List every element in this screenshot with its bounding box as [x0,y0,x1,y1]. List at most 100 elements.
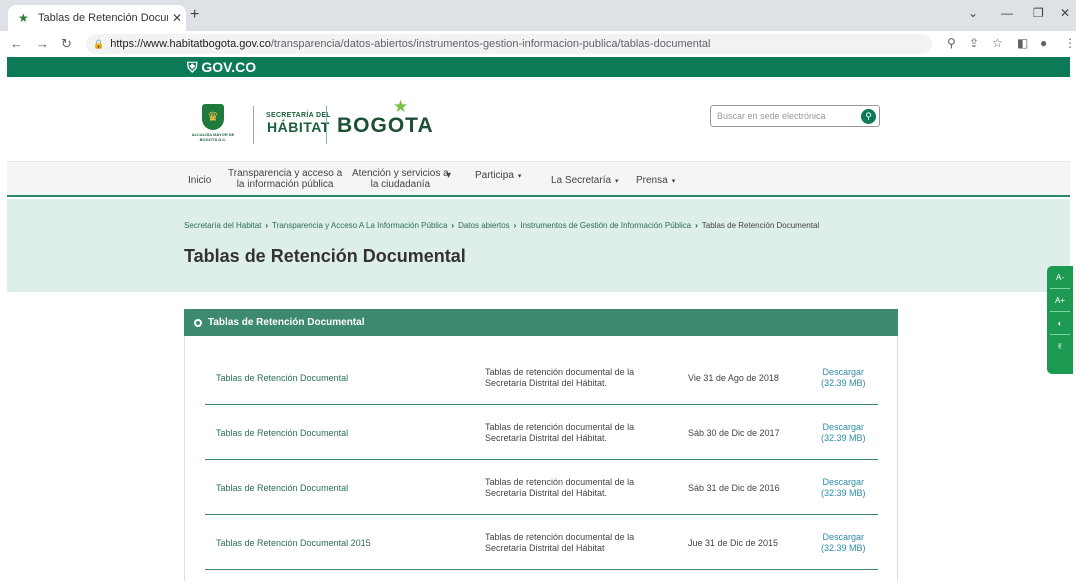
breadcrumb: Secretaría del Habitat › Transparencia y A… [184,221,819,230]
profile-icon[interactable]: ● [1040,36,1047,50]
download-link[interactable]: Descargar (32.39 MB) [821,351,866,405]
alcaldia-logo[interactable]: ♛ ALCALDÍA MAYOR DE BOGOTÁ D.C. [188,104,238,152]
document-date: Sáb 30 de Dic de 2017 [688,428,780,438]
menu-participa-label: Participa [475,170,514,181]
tab-title: Tablas de Retención Documental [38,12,168,24]
close-window-icon[interactable]: ✕ [1060,6,1070,20]
side-panel-icon[interactable]: ◧ [1017,36,1028,50]
main-menu [7,161,1070,197]
document-description: Tablas de retención documental de la Secr… [485,461,665,515]
description-line1: Tablas de retención documental de la [485,422,635,432]
menu-atencion-line2: la ciudadanía [370,179,431,190]
breadcrumb-item[interactable]: Secretaría del Habitat [184,221,261,230]
download-link[interactable]: Descargar (32.39 MB) [821,461,866,515]
chevron-down-icon: ▾ [615,178,619,185]
menu-inicio[interactable]: Inicio [188,175,211,186]
search-input[interactable]: Buscar en sede electrónica ⚲ [710,105,880,127]
page-title: Tablas de Retención Documental [184,246,466,266]
chevron-down-icon: ▾ [446,170,452,181]
download-label: Descargar [822,477,865,487]
description-line2: Secretaría Distrital del Hábitat [485,543,605,553]
menu-atencion-line1: Atención y servicios a [352,168,449,179]
document-date: Jue 31 de Dic de 2015 [688,538,779,548]
download-size: (32.39 MB) [821,378,866,388]
star-icon: ★ [393,97,410,116]
chevron-down-icon: ▾ [517,173,522,180]
tab-search-icon[interactable]: ⌄ [968,6,978,20]
description-line2: Secretaría Distrital del Hábitat. [485,378,608,388]
search-placeholder: Buscar en sede electrónica [717,111,826,121]
description-line2: Secretaría Distrital del Hábitat. [485,433,608,443]
forward-icon[interactable]: → [36,36,49,51]
gov-bar: ⛨ GOV.CO [7,57,1070,77]
chevron-right-icon: › [451,221,455,230]
description-line1: Tablas de retención documental de la [485,477,635,487]
accordion-title: Tablas de Retención Documental [208,317,365,328]
secretaria-logo[interactable]: SECRETARÍA DEL HÁBITAT [266,112,331,135]
download-label: Descargar [822,422,865,432]
restore-icon[interactable]: ❐ [1033,6,1044,20]
search-icon[interactable]: ⚲ [861,109,876,124]
accessibility-bar: A- A+ ◐ ✌ [1047,266,1073,374]
gov-logo-icon: ⛨ [187,59,198,75]
gov-label[interactable]: GOV.CO [201,59,256,75]
minimize-icon[interactable]: — [1001,6,1013,20]
increase-font-button[interactable]: A+ [1050,289,1070,312]
breadcrumb-item[interactable]: Datos abiertos [458,221,510,230]
download-size: (32.39 MB) [821,433,866,443]
description-line1: Tablas de retención documental de la [485,367,635,377]
new-tab-icon[interactable]: + [190,6,199,24]
close-tab-icon[interactable]: ✕ [168,11,186,25]
table-row: Tablas de Retención Documental Tablas de… [205,351,878,405]
document-link[interactable]: Tablas de Retención Documental 2015 [216,516,371,570]
accordion-header[interactable]: Tablas de Retención Documental [184,309,898,336]
menu-transparencia-line2: la información pública [236,179,334,190]
description-line2: Secretaría Distrital del Hábitat. [485,488,608,498]
breadcrumb-current: Tablas de Retención Documental [701,221,820,230]
title-band [7,199,1070,292]
url-host: https://www.habitatbogota.gov.co [110,38,271,50]
menu-prensa[interactable]: Prensa ▾ [636,175,675,187]
breadcrumb-item[interactable]: Instrumentos de Gestión de Información P… [520,221,691,230]
document-link[interactable]: Tablas de Retención Documental [216,461,348,515]
shield-icon: ♛ [202,104,224,130]
document-link[interactable]: Tablas de Retención Documental [216,406,348,460]
document-date: Sáb 31 de Dic de 2016 [688,483,780,493]
menu-transparencia-line1: Transparencia y acceso a [228,168,343,179]
share-icon[interactable]: ⇪ [969,36,979,50]
chevron-down-icon: ▾ [671,178,676,185]
document-link[interactable]: Tablas de Retención Documental [216,351,348,405]
bogota-logo-text: BOGOTA [337,114,434,137]
document-description: Tablas de retención documental de la Secr… [485,351,665,405]
url-path: /transparencia/datos-abiertos/instrument… [270,38,711,50]
menu-transparencia[interactable]: Transparencia y acceso a la información … [228,168,342,190]
logo-divider-2 [326,106,327,144]
table-row: Tablas de Retención Documental Tablas de… [205,406,878,460]
decrease-font-button[interactable]: A- [1050,266,1070,289]
browser-tab[interactable]: ★ Tablas de Retención Documental ✕ [8,5,186,31]
menu-participa[interactable]: Participa ▾ [475,170,521,182]
menu-dots-icon[interactable]: ⋮ [1064,36,1076,50]
chevron-right-icon: › [265,221,269,230]
bogota-logo[interactable]: BOGOTA ★ [337,97,434,138]
menu-atencion[interactable]: Atención y servicios a la ciudadanía [352,168,449,190]
download-link[interactable]: Descargar (32.39 MB) [821,406,866,460]
zoom-icon[interactable]: ⚲ [947,36,956,50]
reload-icon[interactable]: ↻ [61,36,72,52]
bogota-star-icon: ★ [18,11,29,25]
circle-icon [194,318,202,327]
download-label: Descargar [822,532,865,542]
menu-secretaria[interactable]: La Secretaría ▾ [551,175,619,187]
address-bar-row: ← → ↻ 🔒 https://www.habitatbogota.gov.co… [0,31,1076,57]
logo-divider [253,106,254,144]
back-icon[interactable]: ← [10,36,23,51]
download-size: (32.39 MB) [821,543,866,553]
contrast-icon[interactable]: ◐ [1050,312,1070,335]
download-link[interactable]: Descargar (32.39 MB) [821,516,866,570]
breadcrumb-item[interactable]: Transparencia y Acceso A La Información … [272,221,447,230]
bookmark-star-icon[interactable]: ☆ [992,36,1003,50]
secretaria-line1: SECRETARÍA DEL [266,112,331,119]
sign-language-icon[interactable]: ✌ [1050,335,1070,358]
url-field[interactable]: 🔒 https://www.habitatbogota.gov.co/trans… [86,34,932,54]
document-description: Tablas de retención documental de la Secr… [485,406,665,460]
